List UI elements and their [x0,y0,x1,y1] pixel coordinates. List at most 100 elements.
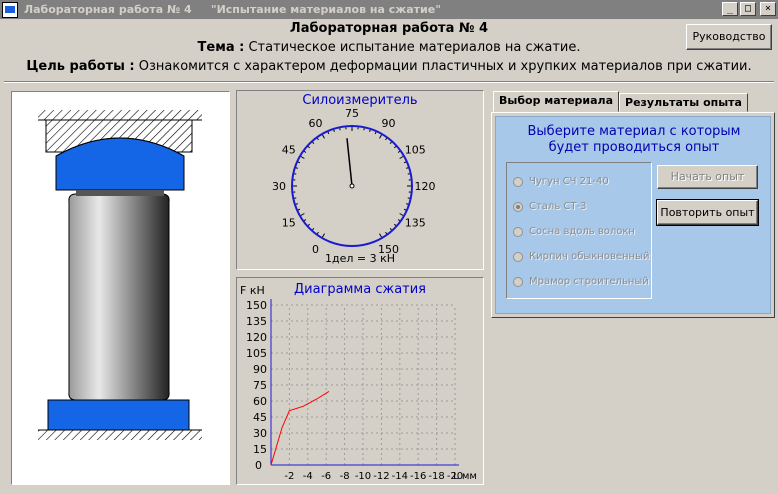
gauge-needle [346,138,353,187]
gauge-tick [399,213,404,216]
gauge-tick [406,167,409,169]
maximize-button[interactable]: □ [740,2,756,16]
y-tick-label: 75 [253,379,267,392]
page-title: Лабораторная работа № 4 [289,21,489,36]
y-tick-label: 105 [246,347,267,360]
y-tick-label: 120 [246,331,267,344]
goal-text: Ознакомится с характером деформации плас… [134,59,752,74]
gauge-tick [379,233,382,238]
header-divider [4,81,774,83]
gauge-tick [307,223,310,226]
gauge-scale-label: 105 [405,144,426,157]
prompt-line-1: Выберите материал с которым [527,124,741,139]
tab-strip: Выбор материала Результаты опыта [493,91,748,112]
gauge-tick [316,231,319,235]
topic-line: Тема : Статическое испытание материалов … [0,40,778,55]
radio-dot [513,251,523,262]
compression-curve [270,390,330,466]
material-prompt: Выберите материал с которым будет провод… [496,124,772,156]
x-tick-label: -12 [373,471,389,482]
y-tick-label: 15 [253,443,267,456]
material-tab-page: Выберите материал с которым будет провод… [491,112,775,318]
gauge-scale-label: 90 [382,117,396,130]
manual-button[interactable]: Руководство [686,24,772,50]
topic-label: Тема : [197,40,245,55]
gauge-tick [297,161,301,164]
gauge-tick [399,156,404,159]
gauge-tick [397,150,401,153]
y-tick-label: 150 [246,299,267,312]
goal-label: Цель работы : [26,59,135,74]
gauge-tick [316,137,319,141]
app-icon [2,1,18,18]
y-tick-label: 90 [253,363,267,376]
close-button[interactable]: × [760,2,776,16]
gauge-tick [397,219,401,222]
gauge-tick [307,146,310,149]
x-tick-label: -2 [284,471,294,482]
repeat-experiment-button[interactable]: Повторить опыт [656,199,759,226]
radio-label: Кирпич обыкновенный [529,251,650,262]
compression-diagram-panel: Диаграмма сжатия F кН 150 135 120 105 90 75 60 4… [236,277,484,485]
x-tick-label: -10 [355,471,371,482]
radio-label: Чугун СЧ 21-40 [529,176,609,187]
gauge-scale-label: 75 [345,107,359,120]
radio-label: Сталь СТ-3 [529,201,587,212]
x-tick-label: -16 [410,471,426,482]
radio-cast-iron[interactable]: Чугун СЧ 21-40 [513,176,609,187]
gauge-tick [403,161,407,164]
gauge-scale-label: 15 [282,217,296,230]
material-radio-group: Чугун СЧ 21-40 Сталь СТ-3 Сосна вдоль во… [506,162,652,299]
gauge-scale-label: 60 [309,117,323,130]
radio-steel[interactable]: Сталь СТ-3 [513,201,586,212]
radio-label: Сосна вдоль волокн [529,226,635,237]
gauge-tick [403,208,407,211]
radio-brick[interactable]: Кирпич обыкновенный [513,251,649,262]
gauge-tick [295,203,298,205]
radio-dot-selected [513,201,523,212]
gauge-tick [300,213,305,216]
gauge-tick [374,131,377,135]
tab-results[interactable]: Результаты опыта [619,93,748,112]
x-tick-label: -18 [428,471,444,482]
x-tick-label: -4 [303,471,313,482]
gauge-tick [389,228,392,231]
x-tick-label: -6 [321,471,331,482]
gauge-tick [394,146,397,149]
tab-material-select[interactable]: Выбор материала [493,91,620,112]
start-experiment-button[interactable]: Начать опыт [657,165,758,189]
compression-chart: F кН1501351201059075604530150-2 -4 -6 -8 -10… [240,284,477,482]
gauge-scale-label: 135 [405,217,426,230]
gauge-tick [322,233,325,238]
force-gauge-dial: 0153045607590105120135150 [272,107,436,256]
gauge-scale-label: 45 [282,144,296,157]
goal-line: Цель работы : Ознакомится с характером д… [0,59,778,74]
gauge-tick [300,156,305,159]
window-titlebar[interactable]: Лабораторная работа № 4 "Испытание матер… [0,0,778,19]
gauge-tick [406,203,409,205]
gauge-tick [297,208,301,211]
gauge-tick [369,129,371,132]
specimen-panel [11,91,230,485]
gauge-scale-label: 30 [272,180,286,193]
prompt-line-2: будет проводиться опыт [548,140,720,155]
gauge-tick [333,129,335,132]
y-tick-label: 30 [253,427,267,440]
y-tick-label: 0 [255,459,262,472]
gauge-division-note: 1дел = 3 кН [324,252,396,265]
window-title: Лабораторная работа № 4 "Испытание матер… [24,3,441,16]
radio-dot [513,226,523,237]
radio-marble[interactable]: Мрамор строительный [513,276,649,287]
topic-text: Статическое испытание материалов на сжат… [244,40,581,55]
gauge-tick [295,167,298,169]
gauge-tick [379,134,382,139]
x-tick-label: -8 [340,471,350,482]
gauge-tick [389,141,392,144]
specimen-illustration [38,110,202,440]
minimize-button[interactable]: _ [722,2,738,16]
x-tick-label: -14 [392,471,408,482]
gauge-tick [394,223,397,226]
gauge-tick [385,137,388,141]
y-tick-label: 60 [253,395,267,408]
radio-pine[interactable]: Сосна вдоль волокн [513,226,635,237]
